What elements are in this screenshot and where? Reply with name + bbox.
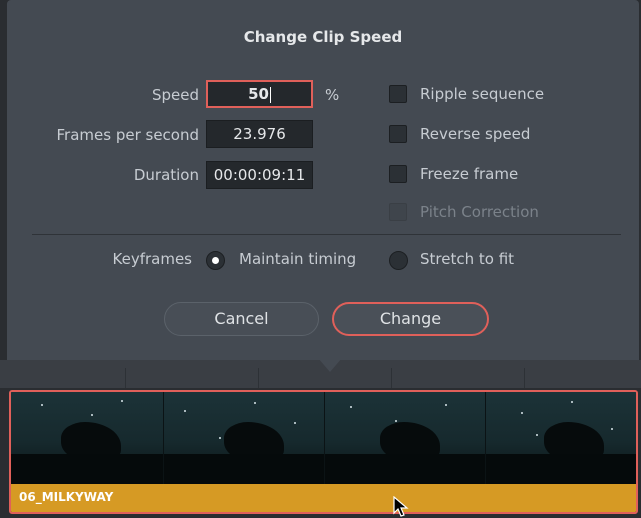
clip-name-bar: 06_MILKYWAY	[11, 484, 636, 512]
ruler-tick	[524, 368, 525, 388]
timeline-clip[interactable]: 06_MILKYWAY	[9, 390, 638, 514]
divider	[32, 234, 621, 235]
radio-selected-dot	[212, 257, 219, 264]
fps-field[interactable]: 23.976	[206, 120, 313, 148]
reverse-speed-label: Reverse speed	[420, 125, 531, 143]
mouse-cursor-icon	[393, 496, 409, 517]
maintain-timing-label: Maintain timing	[239, 250, 357, 268]
fps-label: Frames per second	[56, 126, 200, 144]
speed-value: 50	[248, 85, 269, 103]
clip-thumbnail	[11, 392, 164, 484]
stretch-to-fit-label: Stretch to fit	[420, 250, 515, 268]
clip-thumbnail	[486, 392, 636, 484]
freeze-frame-label: Freeze frame	[420, 165, 519, 183]
pitch-correction-checkbox	[389, 203, 407, 221]
ruler-tick	[125, 368, 126, 388]
pitch-correction-label: Pitch Correction	[420, 203, 539, 221]
change-clip-speed-dialog: Change Clip Speed Speed 50 % Frames per …	[7, 0, 639, 360]
change-button[interactable]: Change	[332, 302, 489, 336]
stretch-to-fit-radio[interactable]	[389, 251, 408, 270]
maintain-timing-radio[interactable]	[206, 251, 225, 270]
ripple-sequence-label: Ripple sequence	[420, 85, 545, 103]
ruler-tick	[391, 368, 392, 388]
keyframes-label: Keyframes	[112, 250, 193, 268]
ripple-sequence-checkbox[interactable]	[389, 85, 407, 103]
speed-input[interactable]: 50	[206, 80, 313, 108]
reverse-speed-checkbox[interactable]	[389, 125, 407, 143]
clip-thumbnail	[325, 392, 486, 484]
duration-field[interactable]: 00:00:09:11	[206, 161, 313, 189]
speed-unit: %	[325, 86, 340, 104]
clip-name: 06_MILKYWAY	[19, 490, 114, 504]
speed-label: Speed	[151, 86, 199, 104]
clip-thumbnail	[164, 392, 325, 484]
cancel-button[interactable]: Cancel	[164, 302, 319, 336]
dialog-title: Change Clip Speed	[243, 28, 403, 46]
text-caret	[269, 86, 271, 103]
dialog-pointer	[318, 358, 342, 372]
ruler-tick	[258, 368, 259, 388]
duration-label: Duration	[133, 166, 199, 184]
freeze-frame-checkbox[interactable]	[389, 165, 407, 183]
